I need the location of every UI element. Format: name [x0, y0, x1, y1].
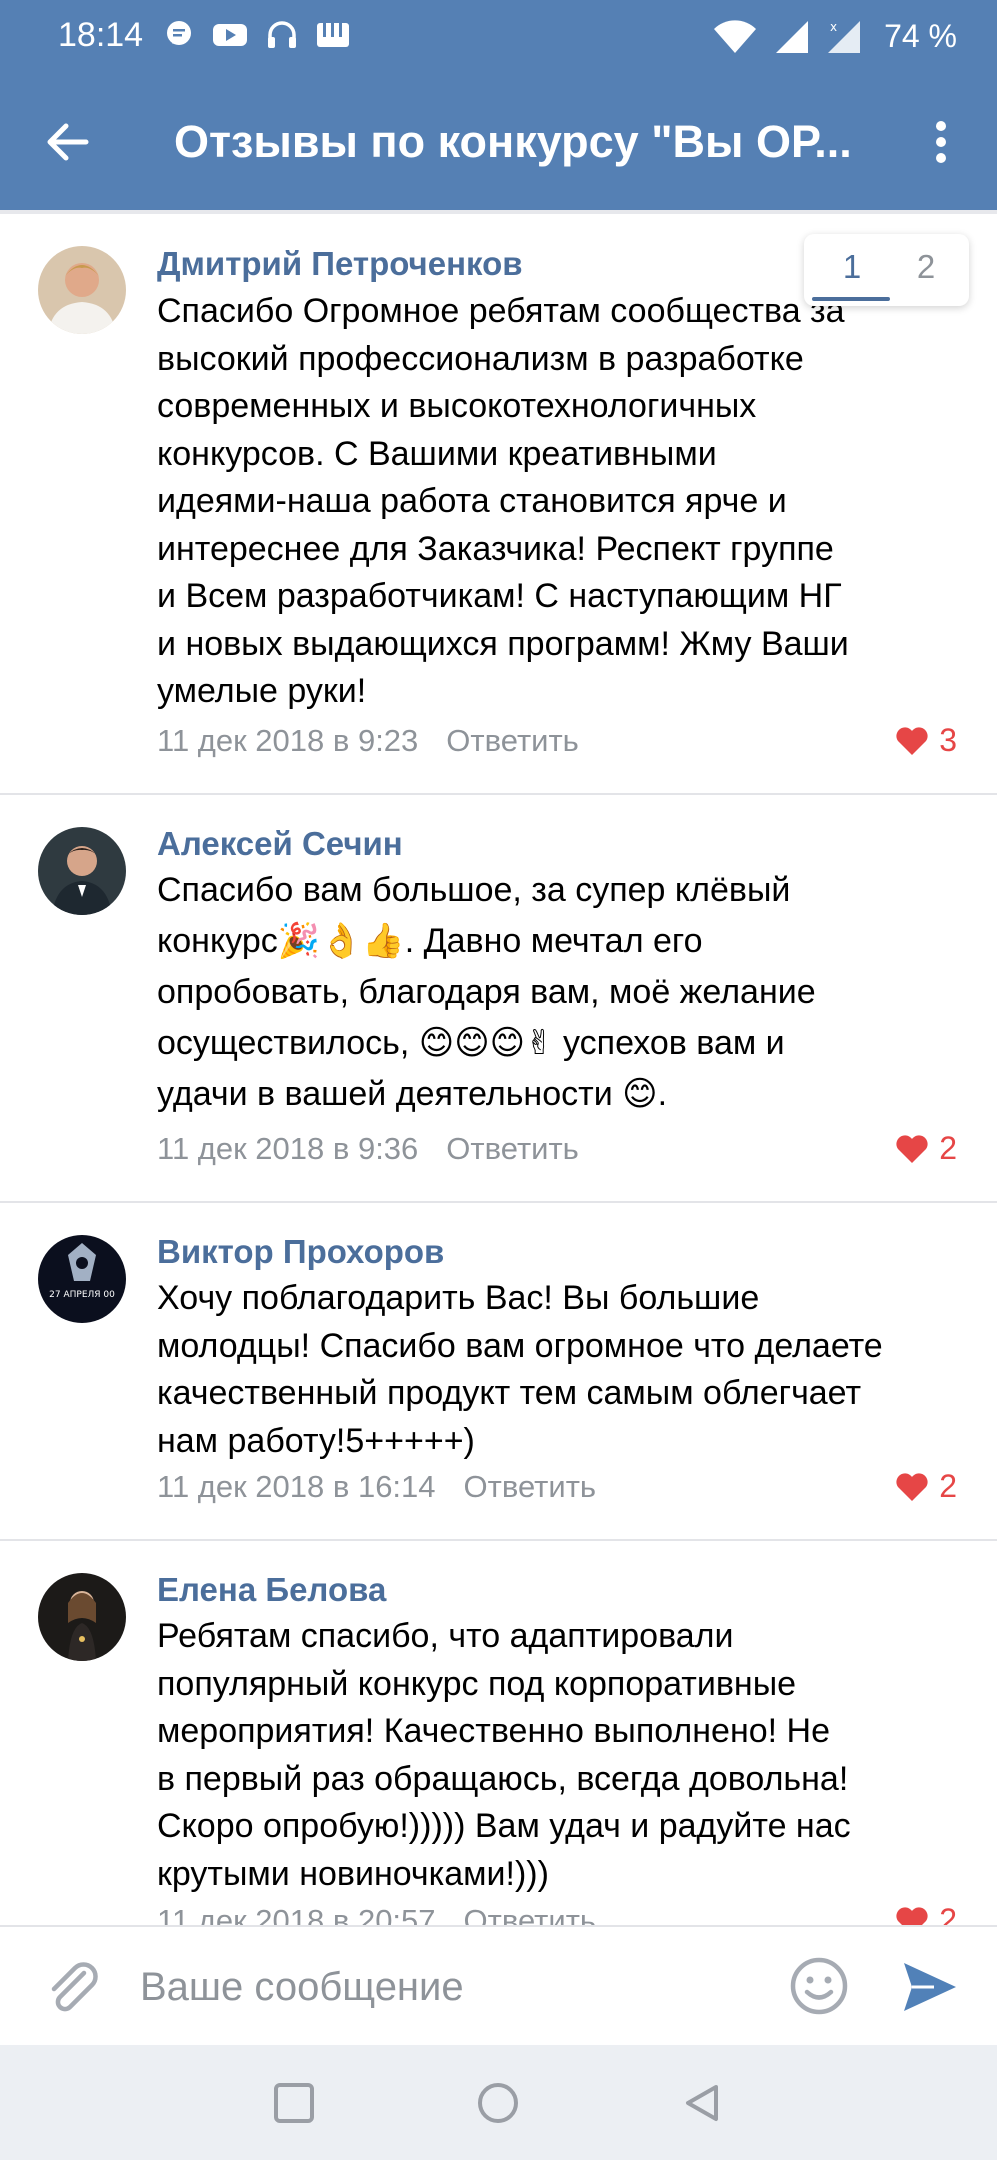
circle-icon: [478, 2083, 518, 2123]
comment-item: Елена Белова Ребятам спасибо, что адапти…: [0, 1541, 997, 1925]
system-icons: x 74 %: [712, 18, 957, 55]
back-button[interactable]: [36, 110, 100, 174]
message-composer: [0, 1925, 997, 2045]
headphones-icon: [268, 21, 296, 48]
wifi-icon: [714, 19, 757, 53]
like-button[interactable]: 3: [895, 722, 957, 759]
comment-author[interactable]: Виктор Прохоров: [157, 1233, 444, 1271]
avatar[interactable]: [38, 1573, 126, 1661]
like-count: 3: [939, 722, 957, 758]
recents-button[interactable]: [272, 2081, 316, 2125]
status-time: 18:14: [58, 16, 144, 54]
battery-level: 74 %: [884, 18, 957, 54]
comment-author[interactable]: Дмитрий Петроченков: [157, 245, 523, 283]
triangle-back-icon: [686, 2085, 718, 2121]
comment-author[interactable]: Алексей Сечин: [157, 825, 403, 863]
like-count: 2: [939, 1468, 957, 1504]
emoji-button[interactable]: [786, 1953, 852, 2019]
like-button[interactable]: 2: [895, 1130, 957, 1167]
comment-meta: 11 дек 2018 в 16:14 Ответить: [157, 1469, 596, 1505]
notification-icons: [164, 20, 350, 50]
reply-button[interactable]: Ответить: [464, 1903, 597, 1925]
page-switcher: 1 2: [804, 234, 969, 306]
avatar-caption: 27 АПРЕЛЯ 00: [49, 1290, 115, 1300]
page-2-button[interactable]: 2: [896, 248, 956, 286]
reply-button[interactable]: Ответить: [464, 1469, 597, 1504]
home-button[interactable]: [476, 2081, 520, 2125]
comment-date: 11 дек 2018 в 9:23: [157, 723, 419, 758]
comment-meta: 11 дек 2018 в 9:23 Ответить: [157, 723, 579, 759]
system-nav-bar: [0, 2045, 997, 2160]
attach-button[interactable]: [40, 1955, 104, 2019]
like-button[interactable]: 2: [895, 1468, 957, 1505]
smile-icon: [790, 1957, 848, 2015]
like-count: 2: [939, 1130, 957, 1166]
active-page-indicator: [812, 297, 890, 301]
avatar[interactable]: 27 АПРЕЛЯ 00: [38, 1235, 126, 1323]
arrow-back-icon: [47, 123, 89, 161]
comment-meta: 11 дек 2018 в 9:36 Ответить: [157, 1131, 579, 1167]
comment-text: Хочу поблагодарить Вас! Вы большие молод…: [157, 1279, 883, 1460]
more-options-button[interactable]: [909, 110, 973, 174]
comment-date: 11 дек 2018 в 9:36: [157, 1131, 419, 1166]
comment-text: Ребятам спасибо, что адаптировали популя…: [157, 1617, 851, 1893]
svg-text:x: x: [830, 20, 837, 34]
comment-text: Спасибо вам большое, за супер клёвый кон…: [157, 871, 816, 1113]
reply-button[interactable]: Ответить: [446, 723, 579, 758]
more-vertical-icon: [936, 121, 946, 163]
comment-date: 11 дек 2018 в 16:14: [157, 1469, 436, 1504]
message-icon: [167, 21, 191, 45]
reply-button[interactable]: Ответить: [446, 1131, 579, 1166]
signal-x-icon: x: [828, 20, 861, 53]
send-icon: [904, 1963, 956, 2011]
comment-date: 11 дек 2018 в 20:57: [157, 1903, 436, 1925]
page-1-button[interactable]: 1: [822, 248, 882, 286]
comment-item: 27 АПРЕЛЯ 00 Виктор Прохоров Хочу поблаг…: [0, 1203, 997, 1541]
avatar[interactable]: [38, 246, 126, 334]
app-bar: 18:14 x 74 % Отзывы по конкурсу "Вы ОР..…: [0, 0, 997, 210]
heart-icon: [896, 1472, 928, 1501]
signal-icon: [776, 20, 809, 53]
square-icon: [274, 2083, 314, 2123]
comment-item: Алексей Сечин Спасибо вам большое, за су…: [0, 795, 997, 1203]
toolbar: Отзывы по конкурсу "Вы ОР...: [0, 88, 997, 198]
paperclip-icon: [51, 1962, 98, 2012]
comment-meta: 11 дек 2018 в 20:57 Ответить: [157, 1903, 596, 1925]
send-button[interactable]: [900, 1957, 960, 2017]
heart-icon: [896, 726, 928, 755]
like-count: 2: [939, 1902, 957, 1925]
page-title: Отзывы по конкурсу "Вы ОР...: [174, 116, 852, 167]
back-nav-button[interactable]: [680, 2081, 724, 2125]
comment-author[interactable]: Елена Белова: [157, 1571, 386, 1609]
heart-icon: [896, 1134, 928, 1163]
keyboard-icon: [317, 23, 349, 47]
comment-text: Спасибо Огромное ребятам сообщества за в…: [157, 292, 849, 710]
comments-feed[interactable]: Дмитрий Петроченков Спасибо Огромное реб…: [0, 210, 997, 1925]
avatar[interactable]: [38, 827, 126, 915]
message-input[interactable]: [140, 1949, 760, 2025]
status-bar: 18:14 x 74 %: [0, 0, 997, 76]
heart-icon: [896, 1906, 928, 1925]
like-button[interactable]: 2: [895, 1902, 957, 1925]
youtube-icon: [213, 24, 247, 46]
